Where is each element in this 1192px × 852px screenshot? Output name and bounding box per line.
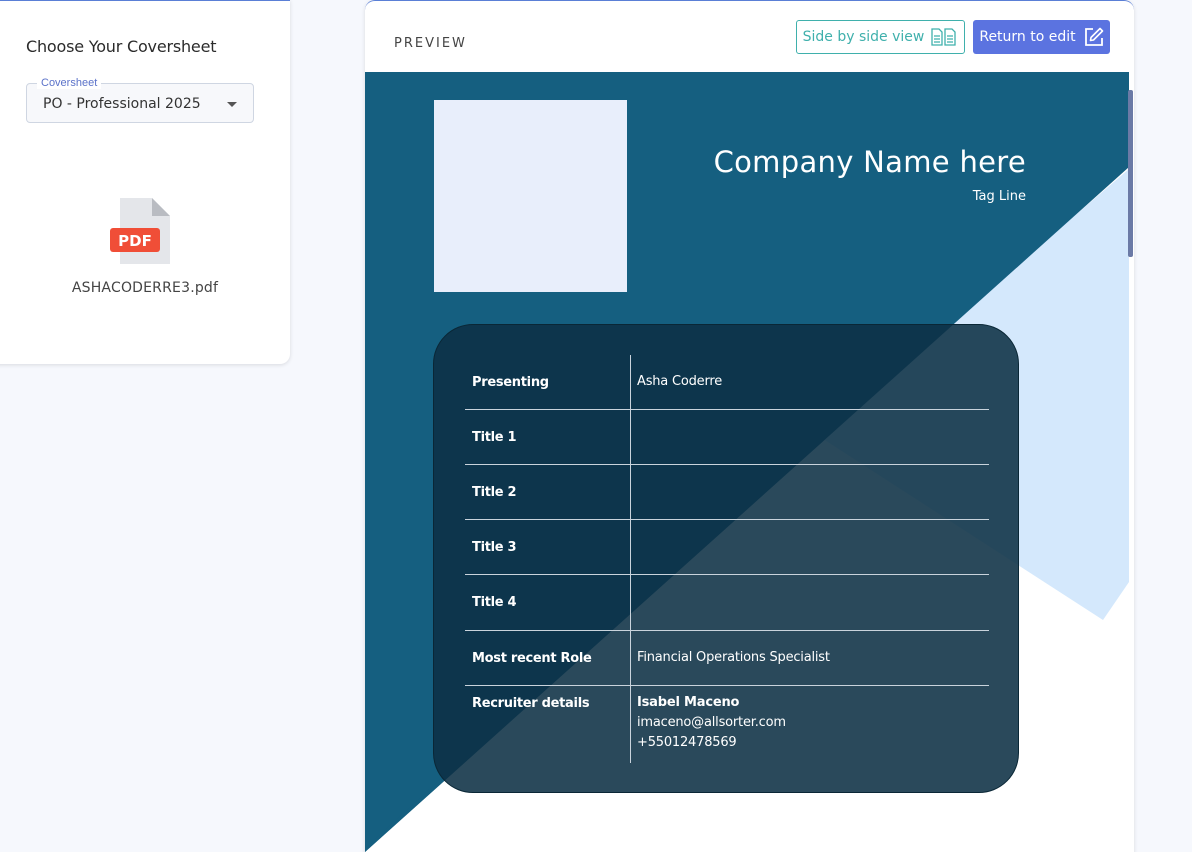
table-row: Presenting Asha Coderre bbox=[465, 355, 989, 410]
preview-panel: PREVIEW Side by side view Return to edit bbox=[365, 0, 1134, 852]
row-label: Recruiter details bbox=[472, 696, 590, 711]
preview-scrollbar[interactable] bbox=[1128, 90, 1133, 257]
company-name: Company Name here bbox=[713, 145, 1026, 179]
pdf-file-name[interactable]: ASHACODERRE3.pdf bbox=[0, 280, 296, 296]
table-row: Title 2 bbox=[465, 465, 989, 520]
coversheet-select-legend: Coversheet bbox=[37, 77, 102, 89]
coversheet-select-value: PO - Professional 2025 bbox=[43, 96, 201, 112]
pdf-file-icon[interactable]: PDF bbox=[110, 198, 172, 266]
caret-down-icon bbox=[227, 102, 237, 107]
recruiter-email: imaceno@allsorter.com bbox=[637, 715, 786, 730]
row-label: Presenting bbox=[472, 375, 549, 390]
row-value: Financial Operations Specialist bbox=[637, 650, 830, 665]
table-row: Title 4 bbox=[465, 575, 989, 631]
return-to-edit-button[interactable]: Return to edit bbox=[973, 20, 1110, 54]
preview-label: PREVIEW bbox=[394, 36, 467, 51]
edit-pencil-icon bbox=[1084, 27, 1103, 46]
row-value: Asha Coderre bbox=[637, 374, 723, 389]
row-label: Title 3 bbox=[472, 540, 517, 555]
coversheet-select[interactable]: Coversheet PO - Professional 2025 bbox=[26, 77, 254, 123]
table-row: Title 1 bbox=[465, 410, 989, 465]
table-row: Title 3 bbox=[465, 520, 989, 575]
panel-title: Choose Your Coversheet bbox=[26, 37, 217, 56]
side-by-side-view-label: Side by side view bbox=[802, 29, 925, 45]
row-label: Title 4 bbox=[472, 595, 517, 610]
candidate-details-card: Presenting Asha Coderre Title 1 Title 2 … bbox=[433, 324, 1019, 793]
recruiter-phone: +55012478569 bbox=[637, 735, 737, 750]
pdf-badge: PDF bbox=[118, 232, 152, 250]
tag-line: Tag Line bbox=[972, 189, 1026, 204]
return-to-edit-label: Return to edit bbox=[979, 29, 1076, 45]
table-row: Recruiter details Isabel Maceno imaceno@… bbox=[465, 686, 989, 766]
two-documents-icon bbox=[931, 28, 957, 46]
coversheet-document: Company Name here Tag Line Presenting As… bbox=[365, 72, 1129, 852]
side-by-side-view-button[interactable]: Side by side view bbox=[796, 20, 965, 54]
row-label: Most recent Role bbox=[472, 651, 592, 666]
coversheet-panel: Choose Your Coversheet Coversheet PO - P… bbox=[0, 0, 290, 364]
row-label: Title 1 bbox=[472, 430, 517, 445]
logo-placeholder bbox=[434, 100, 627, 292]
recruiter-name: Isabel Maceno bbox=[637, 695, 740, 710]
table-row: Most recent Role Financial Operations Sp… bbox=[465, 631, 989, 686]
row-label: Title 2 bbox=[472, 485, 517, 500]
